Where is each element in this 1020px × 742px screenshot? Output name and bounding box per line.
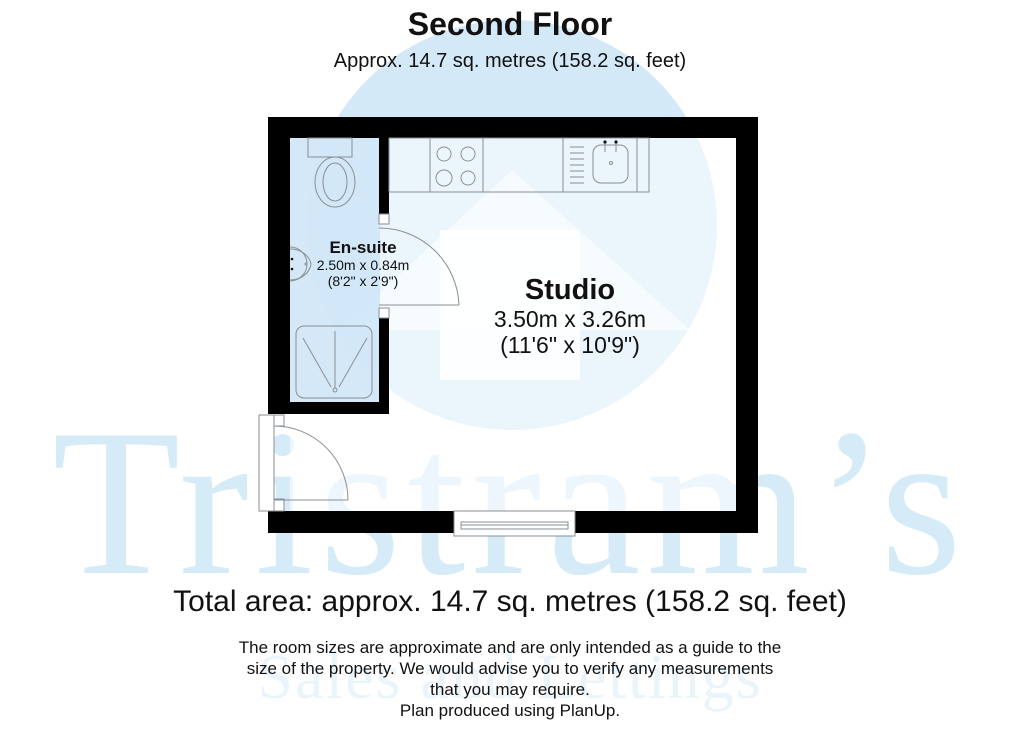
floor-plan <box>258 117 758 537</box>
disclaimer-line: that you may require. <box>430 680 590 699</box>
room-label-ensuite: En-suite 2.50m x 0.84m (8'2" x 2'9") <box>300 238 426 289</box>
room-dimensions-metric: 3.50m x 3.26m <box>493 306 647 332</box>
wall-top <box>268 117 758 138</box>
plan-credit: Plan produced using PlanUp. <box>399 701 621 720</box>
room-name: Studio <box>524 274 616 306</box>
disclaimer: The room sizes are approximate and are o… <box>0 637 1020 721</box>
wall-right <box>736 117 758 533</box>
wall-ensuite-bottom <box>268 402 389 414</box>
disclaimer-line: The room sizes are approximate and are o… <box>238 638 782 657</box>
total-area: Total area: approx. 14.7 sq. metres (158… <box>173 585 847 618</box>
room-dimensions-metric: 2.50m x 0.84m <box>316 257 410 273</box>
window-icon <box>453 510 576 537</box>
wall-ensuite-right-lower <box>379 318 389 414</box>
wall-bottom-left <box>268 511 454 533</box>
wall-bottom-right <box>575 511 758 533</box>
wall-left-upper <box>268 117 290 414</box>
disclaimer-line: size of the property. We would advise yo… <box>246 659 774 678</box>
room-dimensions-imperial: (8'2" x 2'9") <box>327 273 399 289</box>
room-label-studio: Studio 3.50m x 3.26m (11'6" x 10'9") <box>450 274 690 358</box>
room-name: En-suite <box>329 238 397 257</box>
room-dimensions-imperial: (11'6" x 10'9") <box>500 332 640 358</box>
wall-ensuite-right-upper <box>379 138 389 214</box>
